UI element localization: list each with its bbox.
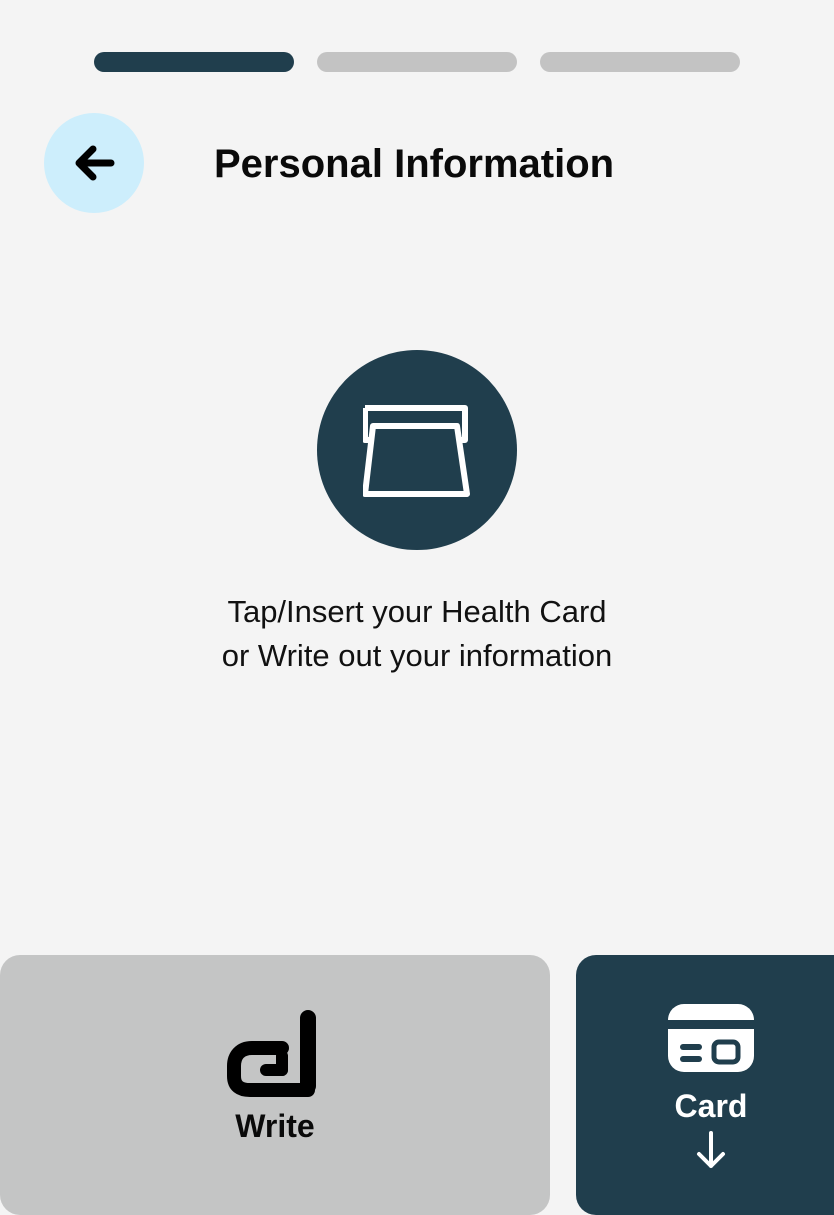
progress-step-3: [540, 52, 740, 72]
write-label: Write: [235, 1108, 315, 1144]
card-slot-illustration: [317, 350, 517, 550]
page-title: Personal Information: [214, 142, 615, 186]
card-label: Card: [674, 1088, 748, 1124]
arrow-down-icon: [697, 1131, 725, 1168]
progress-indicator: [94, 52, 740, 72]
pen-write-icon: [227, 1010, 316, 1097]
card-slot-icon: [363, 405, 470, 497]
instruction-text: Tap/Insert your Health Card or Write out…: [221, 594, 613, 673]
arrow-left-icon: [75, 145, 115, 181]
progress-step-2: [317, 52, 517, 72]
back-button[interactable]: [44, 113, 144, 213]
progress-step-1: [94, 52, 294, 72]
card-button[interactable]: [576, 955, 834, 1215]
credit-card-icon: [668, 1004, 754, 1072]
